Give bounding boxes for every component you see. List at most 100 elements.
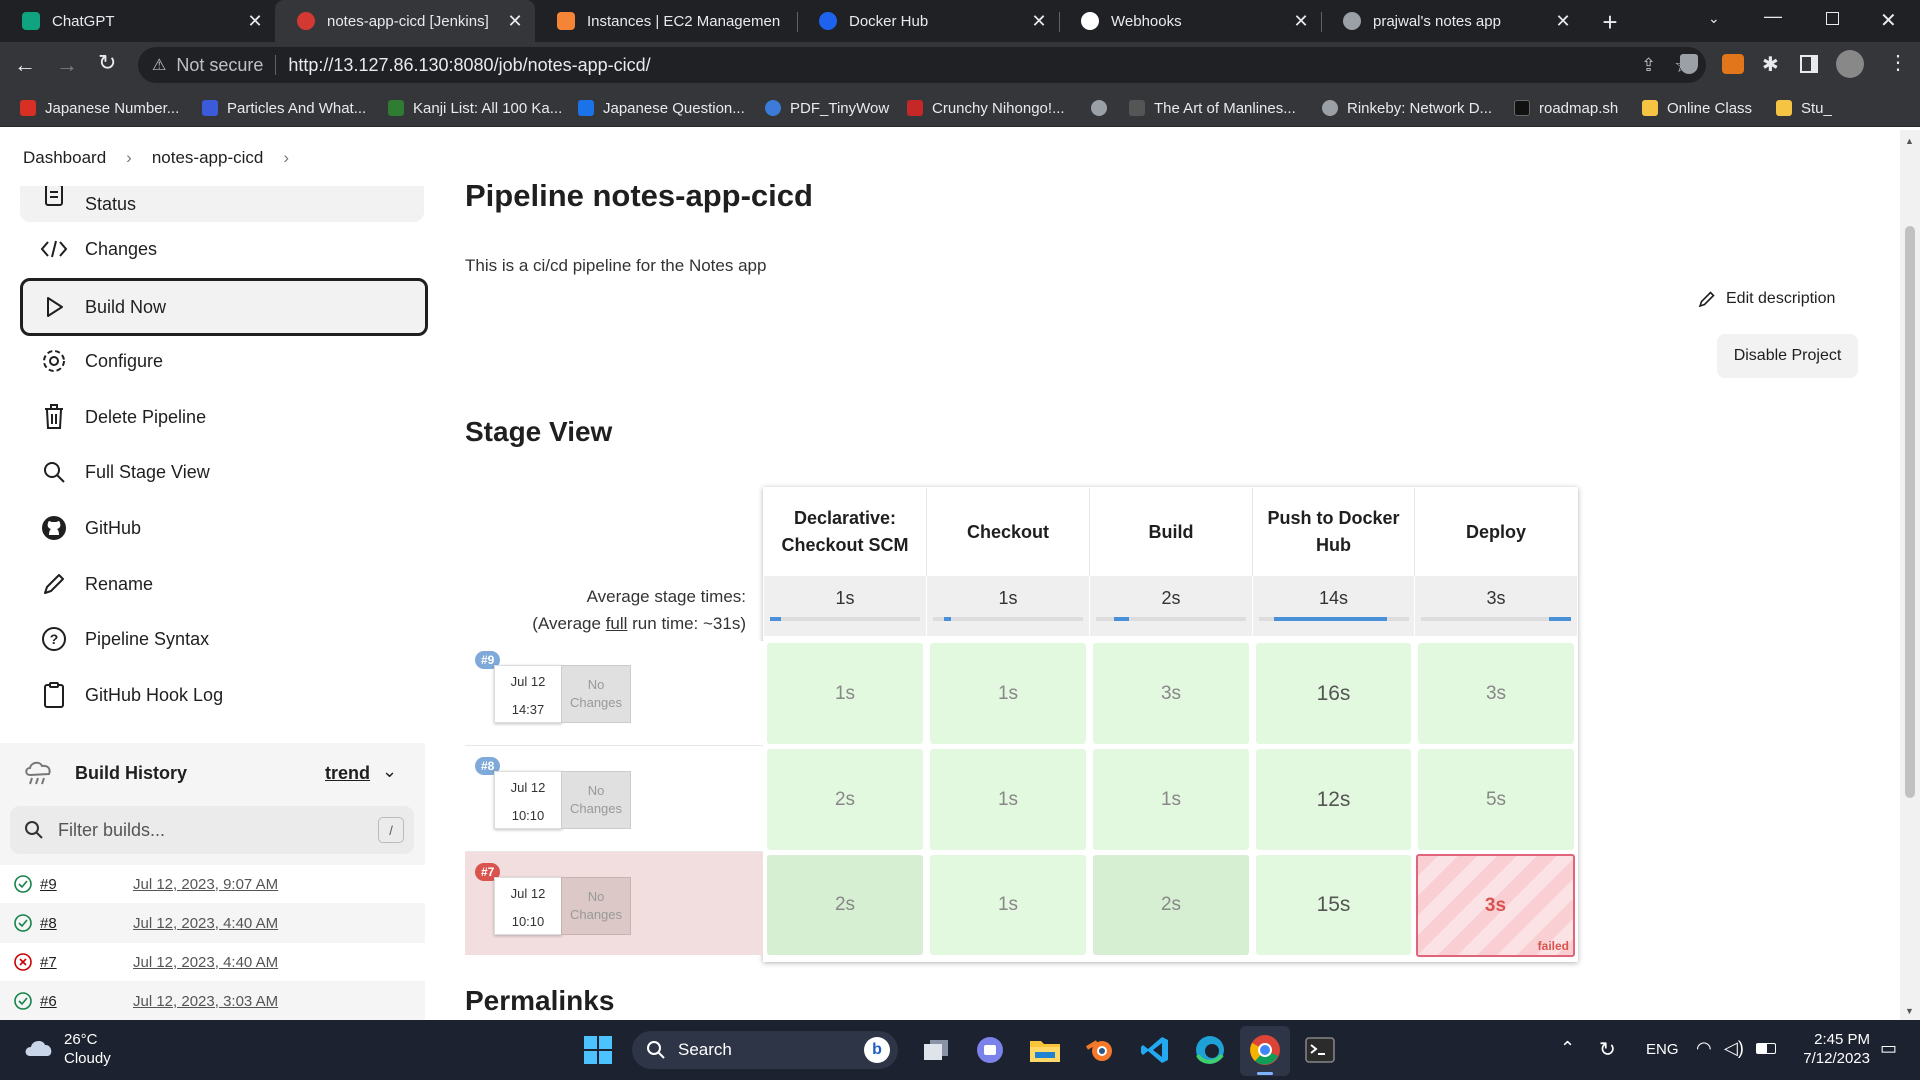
scroll-up-icon[interactable]: ▲ <box>1905 136 1914 146</box>
bookmark-folder[interactable]: Online Class <box>1642 89 1752 127</box>
clock-date[interactable]: 7/12/2023 <box>1790 1050 1870 1067</box>
sidebar-item-delete-pipeline[interactable]: Delete Pipeline <box>20 391 424 443</box>
task-view-icon[interactable] <box>918 1032 954 1068</box>
menu-icon[interactable]: ⋮ <box>1888 50 1908 75</box>
stage-cell[interactable]: 1s <box>930 749 1086 850</box>
build-date-link[interactable]: Jul 12, 2023, 3:03 AM <box>133 993 278 1010</box>
clock-time[interactable]: 2:45 PM <box>1790 1031 1870 1048</box>
scroll-down-icon[interactable]: ▼ <box>1905 1006 1914 1016</box>
vscode-icon[interactable] <box>1137 1032 1173 1068</box>
share-icon[interactable]: ⇪ <box>1641 55 1656 76</box>
build-row[interactable]: #7 Jul 12, 2023, 4:40 AM <box>0 943 425 981</box>
stage-cell[interactable]: 2s <box>767 749 923 850</box>
windows-start-icon[interactable] <box>580 1032 616 1068</box>
build-date-link[interactable]: Jul 12, 2023, 4:40 AM <box>133 915 278 932</box>
close-tab-icon[interactable]: ✕ <box>1031 11 1047 31</box>
weather-desc[interactable]: Cloudy <box>64 1050 111 1067</box>
close-window-icon[interactable]: ✕ <box>1880 8 1897 33</box>
bookmark-item[interactable] <box>1091 89 1107 127</box>
chevron-down-icon[interactable]: ⌄ <box>382 761 397 782</box>
stage-cell[interactable]: 2s <box>1093 855 1249 955</box>
url-text[interactable]: http://13.127.86.130:8080/job/notes-app-… <box>288 55 650 76</box>
tab-docker-hub[interactable]: Docker Hub ✕ <box>797 0 1059 42</box>
chevron-up-icon[interactable]: ⌃ <box>1560 1038 1575 1059</box>
close-tab-icon[interactable]: ✕ <box>247 11 263 31</box>
sidebar-item-changes[interactable]: Changes <box>20 223 424 275</box>
sidebar-item-full-stage-view[interactable]: Full Stage View <box>20 446 424 498</box>
stage-cell-failed[interactable]: 3s failed <box>1416 854 1575 957</box>
bookmark-item[interactable]: roadmap.sh <box>1514 89 1618 127</box>
trend-link[interactable]: trend <box>325 763 370 784</box>
build-row[interactable]: #9 Jul 12, 2023, 9:07 AM <box>0 865 425 903</box>
stage-cell[interactable]: 3s <box>1418 643 1574 744</box>
forward-icon[interactable]: → <box>56 52 78 78</box>
edge-icon[interactable] <box>1192 1032 1228 1068</box>
build-date-link[interactable]: Jul 12, 2023, 9:07 AM <box>133 876 278 893</box>
minimize-icon[interactable]: — <box>1764 6 1782 27</box>
page-scrollbar[interactable]: ▲ ▼ <box>1900 130 1920 1020</box>
build-number-link[interactable]: #7 <box>40 954 57 971</box>
reload-icon[interactable]: ↻ <box>98 50 116 76</box>
stage-cell[interactable]: 1s <box>930 855 1086 955</box>
bookmark-item[interactable]: Rinkeby: Network D... <box>1322 89 1492 127</box>
language-indicator[interactable]: ENG <box>1646 1041 1679 1058</box>
breadcrumb-job[interactable]: notes-app-cicd <box>152 148 264 168</box>
sidebar-item-build-now[interactable]: Build Now <box>20 278 428 336</box>
build-number-link[interactable]: #9 <box>40 876 57 893</box>
scrollbar-thumb[interactable] <box>1905 226 1915 798</box>
weather-temp[interactable]: 26°C <box>64 1031 98 1048</box>
sidebar-item-configure[interactable]: Configure <box>20 335 424 387</box>
stage-cell[interactable]: 3s <box>1093 643 1249 744</box>
full-run-link[interactable]: full <box>606 614 628 633</box>
wifi-icon[interactable]: ◠ <box>1696 1038 1712 1059</box>
extensions-icon[interactable]: ✱ <box>1762 52 1779 77</box>
back-icon[interactable]: ← <box>14 52 36 78</box>
bookmark-item[interactable]: Japanese Question... <box>578 89 745 127</box>
battery-icon[interactable] <box>1756 1043 1776 1054</box>
build-row[interactable]: #6 Jul 12, 2023, 3:03 AM <box>0 982 425 1020</box>
edit-description-link[interactable]: Edit description <box>1698 290 1835 308</box>
new-tab-icon[interactable]: + <box>1596 8 1624 36</box>
bookmark-item[interactable]: Particles And What... <box>202 89 366 127</box>
stage-cell[interactable]: 2s <box>767 855 923 955</box>
tab-notes-app[interactable]: prajwal's notes app ✕ <box>1321 0 1583 42</box>
sidebar-item-rename[interactable]: Rename <box>20 558 424 610</box>
side-panel-icon[interactable] <box>1800 55 1818 73</box>
close-tab-icon[interactable]: ✕ <box>1293 11 1309 31</box>
shield-extension-icon[interactable] <box>1680 54 1698 74</box>
disable-project-button[interactable]: Disable Project <box>1717 334 1858 378</box>
tab-chatgpt[interactable]: ChatGPT ✕ <box>0 0 275 42</box>
stage-cell[interactable]: 1s <box>930 643 1086 744</box>
tab-ec2[interactable]: Instances | EC2 Managemen <box>535 0 797 42</box>
breadcrumb-dashboard[interactable]: Dashboard <box>23 148 106 168</box>
weather-cloud-icon[interactable] <box>22 1034 56 1062</box>
sidebar-item-pipeline-syntax[interactable]: ? Pipeline Syntax <box>20 613 424 665</box>
close-tab-icon[interactable]: ✕ <box>1555 11 1571 31</box>
tab-jenkins[interactable]: notes-app-cicd [Jenkins] ✕ <box>275 0 535 42</box>
file-explorer-icon[interactable] <box>1027 1032 1063 1068</box>
tab-search-icon[interactable]: ⌄ <box>1708 10 1720 27</box>
bookmark-item[interactable]: Kanji List: All 100 Ka... <box>388 89 562 127</box>
bookmark-folder[interactable]: Stu_ <box>1776 89 1832 127</box>
blender-icon[interactable] <box>1082 1032 1118 1068</box>
teams-chat-icon[interactable] <box>972 1032 1008 1068</box>
build-row[interactable]: #8 Jul 12, 2023, 4:40 AM <box>0 904 425 942</box>
address-bar[interactable]: ⚠ Not secure http://13.127.86.130:8080/j… <box>138 47 1706 83</box>
stage-cell[interactable]: 12s <box>1256 749 1411 850</box>
taskbar-search[interactable]: Search b <box>632 1031 898 1069</box>
bookmark-item[interactable]: Crunchy Nihongo!... <box>907 89 1065 127</box>
build-number-link[interactable]: #8 <box>40 915 57 932</box>
avatar[interactable] <box>1836 50 1864 78</box>
stage-cell[interactable]: 1s <box>767 643 923 744</box>
volume-icon[interactable]: ◁) <box>1724 1038 1744 1059</box>
build-number-link[interactable]: #6 <box>40 993 57 1010</box>
sidebar-item-status[interactable]: Status <box>20 186 424 222</box>
bookmark-item[interactable]: The Art of Manlines... <box>1129 89 1296 127</box>
bing-icon[interactable]: b <box>864 1037 890 1063</box>
stage-cell[interactable]: 5s <box>1418 749 1574 850</box>
sidebar-item-github-hook-log[interactable]: GitHub Hook Log <box>20 669 424 721</box>
notification-icon[interactable]: ▭ <box>1880 1038 1897 1059</box>
sync-icon[interactable]: ↻ <box>1599 1037 1616 1062</box>
terminal-icon[interactable] <box>1302 1032 1338 1068</box>
restore-icon[interactable] <box>1826 12 1839 25</box>
